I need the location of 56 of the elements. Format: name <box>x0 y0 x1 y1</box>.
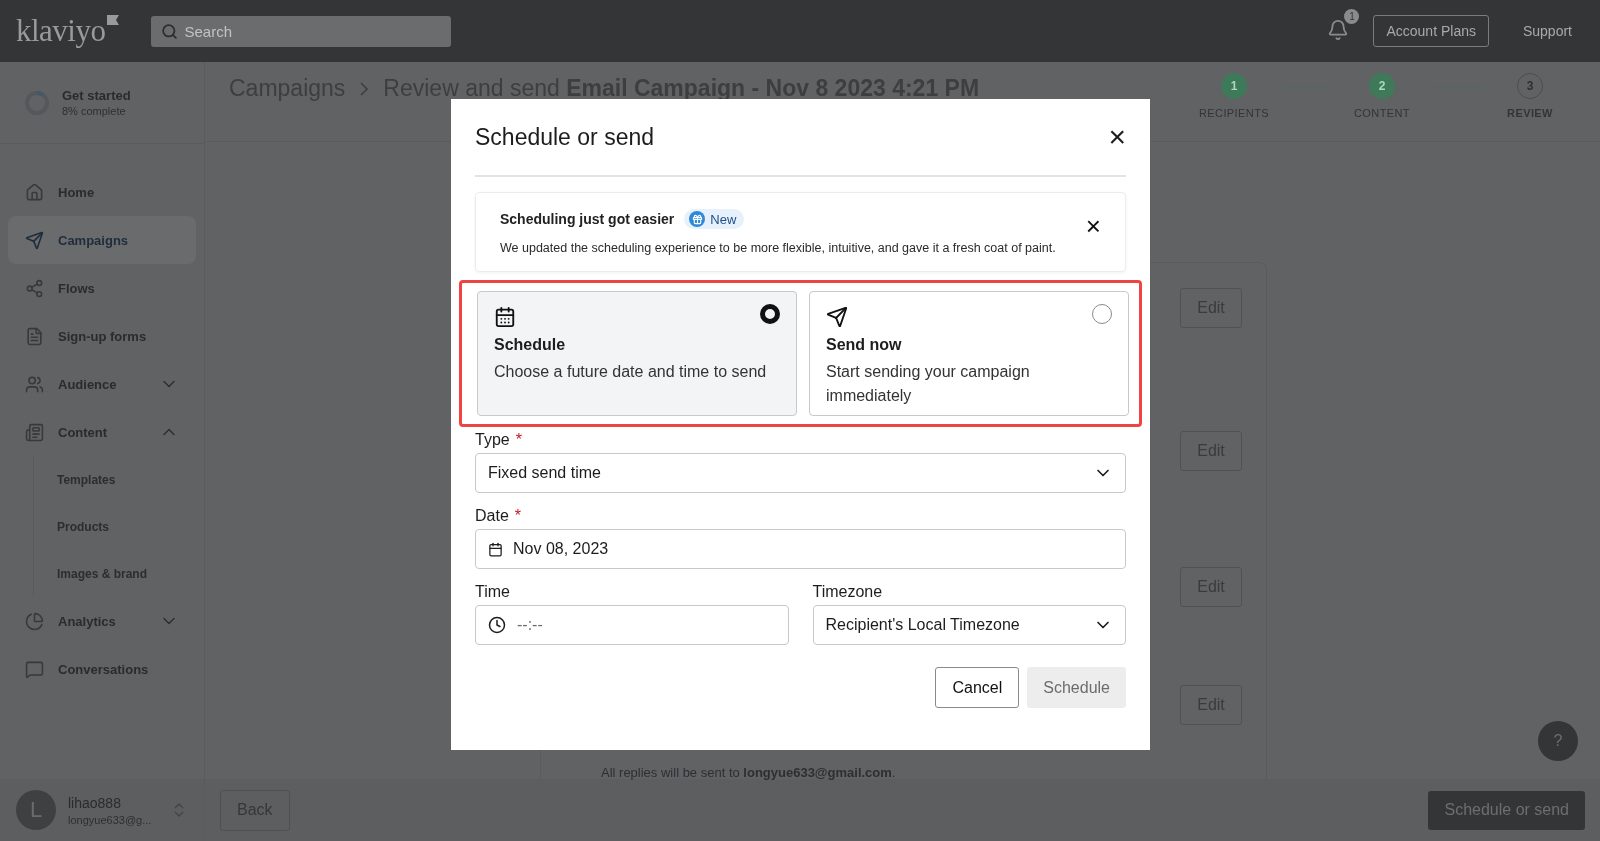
required-mark: * <box>515 431 522 449</box>
field-label: Time <box>475 583 510 601</box>
share-icon <box>25 278 44 298</box>
field-label: Date <box>475 507 509 525</box>
nav-item[interactable]: Analytics <box>8 597 196 645</box>
option-description: Start sending your campaign immediately <box>826 362 1031 406</box>
calendar-icon <box>488 541 503 557</box>
step-number: 1 <box>1221 73 1247 99</box>
send-icon <box>826 306 848 328</box>
users-icon <box>25 374 44 394</box>
option-description: Choose a future date and time to send <box>494 362 768 382</box>
cancel-button[interactable]: Cancel <box>935 667 1020 708</box>
badge-text: New <box>710 211 737 227</box>
option-card[interactable]: Send now Start sending your campaign immediately <box>809 291 1129 416</box>
gift-icon <box>691 213 703 225</box>
bell-icon[interactable] <box>1327 19 1350 41</box>
required-mark: * <box>514 507 522 525</box>
banner-text: We updated the scheduling experience to be more flexible, intuitive, and gave it a fresh coat of paint. <box>500 240 1057 257</box>
chat-icon <box>25 659 44 679</box>
type-select[interactable]: Fixed send time <box>475 453 1126 493</box>
close-button[interactable]: × <box>1108 122 1126 152</box>
option-title: Schedule <box>494 336 567 354</box>
newspaper-icon <box>25 422 44 442</box>
help-button[interactable]: ? <box>1538 721 1578 761</box>
notification-count: 1 <box>1344 9 1360 24</box>
time-field[interactable]: --:-- <box>475 605 789 645</box>
nav-item[interactable]: Content <box>8 408 196 456</box>
send-icon <box>25 230 44 250</box>
option-card[interactable]: Schedule Choose a future date and time to send <box>477 291 797 416</box>
nav-item[interactable]: Home <box>8 168 196 216</box>
support-link[interactable]: Support <box>1510 15 1584 47</box>
clock-icon <box>488 616 506 634</box>
search-icon <box>160 22 178 40</box>
nav-item[interactable]: Flows <box>8 264 196 312</box>
banner-title: Scheduling just got easier <box>500 211 675 227</box>
chevron-right-icon <box>359 80 370 97</box>
timezone-select[interactable]: Recipient's Local Timezone <box>812 605 1126 645</box>
document-icon <box>25 326 44 346</box>
step-number: 2 <box>1369 73 1395 99</box>
field-label: Type <box>475 431 510 449</box>
search-field[interactable]: Search <box>150 15 451 47</box>
logo[interactable]: klaviyo <box>16 13 119 49</box>
pie-chart-icon <box>25 611 44 631</box>
schedule-or-send-button[interactable]: Schedule or send <box>1428 790 1585 830</box>
date-field[interactable]: Nov 08, 2023 <box>475 529 1126 569</box>
nav-item[interactable]: Conversations <box>8 645 196 693</box>
nav-item[interactable]: Sign-up forms <box>8 312 196 360</box>
close-button[interactable]: × <box>1085 213 1101 239</box>
radio-button[interactable] <box>760 304 780 324</box>
home-icon <box>25 182 44 202</box>
modal-title: Schedule or send <box>475 123 654 151</box>
option-title: Send now <box>826 336 903 354</box>
calendar-icon <box>494 306 516 328</box>
nav-item[interactable]: Campaigns <box>8 216 196 264</box>
plans-button[interactable]: Account Plans <box>1373 15 1489 47</box>
field-label: Timezone <box>812 583 883 601</box>
